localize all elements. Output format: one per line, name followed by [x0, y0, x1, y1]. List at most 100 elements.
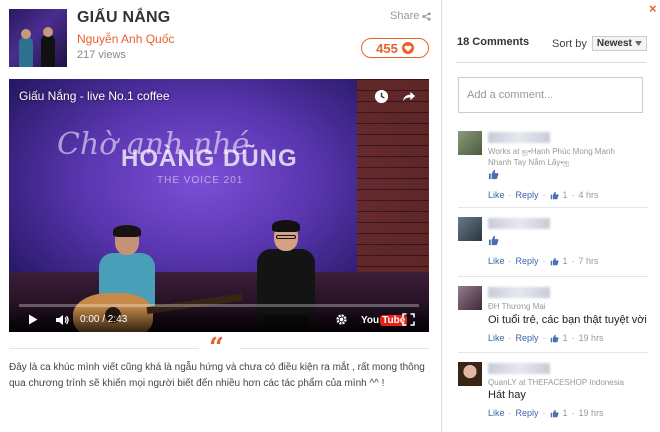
comment-divider — [458, 352, 648, 353]
stage-backdrop-subtitle: THE VOICE 201 — [157, 175, 244, 186]
like-count-button[interactable]: 455 — [361, 38, 429, 58]
guitarist-hair — [113, 225, 141, 237]
comment-divider — [458, 207, 648, 208]
comment-actions: Like · Reply · 1 · 4 hrs — [488, 190, 599, 200]
heart-icon — [401, 42, 414, 54]
commenter-name[interactable] — [488, 287, 550, 298]
video-player[interactable]: Chờ anh nhé HOÀNG DŨNG THE VOICE 201 Giấ… — [9, 79, 429, 332]
comments-header-divider — [456, 62, 646, 63]
like-link[interactable]: Like — [488, 333, 505, 343]
commenter-name[interactable] — [488, 363, 550, 374]
comment-time[interactable]: 19 hrs — [579, 333, 604, 343]
video-title[interactable]: Giấu Nắng - live No.1 coffee — [19, 89, 170, 103]
video-progress-bar[interactable] — [19, 304, 419, 307]
reply-link[interactable]: Reply — [516, 256, 539, 266]
video-time: 0:00 / 2:43 — [80, 314, 128, 325]
action-separator: · — [571, 333, 575, 343]
stage-backdrop-name: HOÀNG DŨNG — [121, 145, 298, 172]
comment-actions: Like · Reply · 1 · 19 hrs — [488, 408, 604, 418]
thumbs-up-icon — [550, 191, 559, 199]
commenter-avatar[interactable] — [458, 131, 482, 155]
play-icon[interactable] — [28, 314, 38, 325]
sort-control: Sort by Newest — [552, 36, 647, 51]
comment-text: Hát hay — [488, 389, 526, 401]
like-link[interactable]: Like — [488, 408, 505, 418]
comment-item: Works at ஐ•Hạnh Phúc Mong Manh Nhanh Tay… — [458, 131, 648, 203]
sort-select[interactable]: Newest — [591, 36, 647, 51]
youtube-logo[interactable]: You Tube — [361, 315, 408, 326]
add-comment-input[interactable] — [458, 77, 643, 113]
action-separator: · — [508, 333, 512, 343]
commenter-work: Works at ஐ•Hạnh Phúc Mong Manh Nhanh Tay… — [488, 147, 615, 167]
commenter-avatar[interactable] — [458, 362, 482, 386]
like-count: 455 — [376, 40, 398, 56]
action-separator: · — [508, 190, 512, 200]
comment-divider — [458, 276, 648, 277]
view-count: 217 views — [77, 49, 126, 61]
singer-hair — [272, 220, 300, 232]
watch-later-icon[interactable] — [374, 89, 389, 104]
thumbs-up-icon — [550, 257, 559, 265]
action-separator: · — [571, 256, 575, 266]
thumbnail-head-left — [21, 29, 31, 39]
youtube-logo-you: You — [361, 315, 380, 326]
comment-like-count: 1 — [562, 190, 568, 200]
action-separator: · — [542, 408, 546, 418]
like-link[interactable]: Like — [488, 190, 505, 200]
comment-time[interactable]: 19 hrs — [579, 408, 604, 418]
reply-link[interactable]: Reply — [516, 408, 539, 418]
comment-count: 18 Comments — [457, 36, 530, 48]
sort-label: Sort by — [552, 37, 587, 50]
song-panel: GIẤU NẮNG Nguyễn Anh Quốc 217 views Shar… — [0, 0, 441, 432]
share-button[interactable]: Share — [390, 10, 431, 22]
action-separator: · — [571, 408, 575, 418]
thumbnail-figure-left — [19, 37, 33, 67]
commenter-avatar[interactable] — [458, 286, 482, 310]
thumbs-up-icon — [488, 169, 499, 180]
action-separator: · — [571, 190, 575, 200]
quote-icon: “ — [209, 333, 224, 363]
action-separator: · — [542, 190, 546, 200]
song-description: Đây là ca khúc mình viết cũng khá là ngẫ… — [9, 362, 425, 389]
comment-actions: Like · Reply · 1 · 7 hrs — [488, 256, 599, 266]
action-separator: · — [542, 256, 546, 266]
volume-icon[interactable] — [55, 314, 70, 326]
comment-like-count: 1 — [562, 408, 568, 418]
chevron-down-icon — [634, 41, 642, 46]
video-share-icon[interactable] — [401, 89, 416, 104]
comments-panel: × 18 Comments Sort by Newest Works at ஐ•… — [441, 0, 660, 432]
comment-time[interactable]: 4 hrs — [579, 190, 599, 200]
thumbnail-figure-right — [41, 35, 55, 67]
close-icon[interactable]: × — [649, 1, 657, 16]
thumbnail-head-right — [43, 27, 53, 37]
comment-item: Like · Reply · 1 · 7 hrs — [458, 217, 648, 272]
song-thumbnail[interactable] — [9, 9, 67, 67]
comment-like-count: 1 — [562, 333, 568, 343]
artist-link[interactable]: Nguyễn Anh Quốc — [77, 32, 174, 46]
action-separator: · — [508, 408, 512, 418]
action-separator: · — [508, 256, 512, 266]
action-separator: · — [542, 333, 546, 343]
comment-text: Oi tuổi trẻ, các bạn thật tuyệt vời — [488, 314, 647, 326]
share-label: Share — [390, 10, 420, 22]
quote-divider-right — [240, 348, 429, 349]
sort-value: Newest — [596, 38, 632, 49]
reply-link[interactable]: Reply — [516, 190, 539, 200]
comment-time[interactable]: 7 hrs — [579, 256, 599, 266]
commenter-work: QuanLY at THEFACESHOP Indonesia — [488, 378, 624, 387]
fullscreen-icon[interactable] — [402, 313, 415, 326]
comment-actions: Like · Reply · 1 · 19 hrs — [488, 333, 604, 343]
settings-gear-icon[interactable] — [335, 313, 348, 326]
reply-link[interactable]: Reply — [516, 333, 539, 343]
thumbs-up-icon — [550, 334, 559, 342]
commenter-work: ĐH Thương Mại — [488, 302, 546, 311]
thumbs-up-icon — [550, 409, 559, 417]
comment-like-count: 1 — [562, 256, 568, 266]
commenter-avatar[interactable] — [458, 217, 482, 241]
commenter-name[interactable] — [488, 218, 550, 229]
commenter-name[interactable] — [488, 132, 550, 143]
comment-item: ĐH Thương Mại Oi tuổi trẻ, các bạn thật … — [458, 286, 648, 346]
share-icon — [422, 11, 431, 21]
quote-divider-left — [9, 348, 199, 349]
like-link[interactable]: Like — [488, 256, 505, 266]
